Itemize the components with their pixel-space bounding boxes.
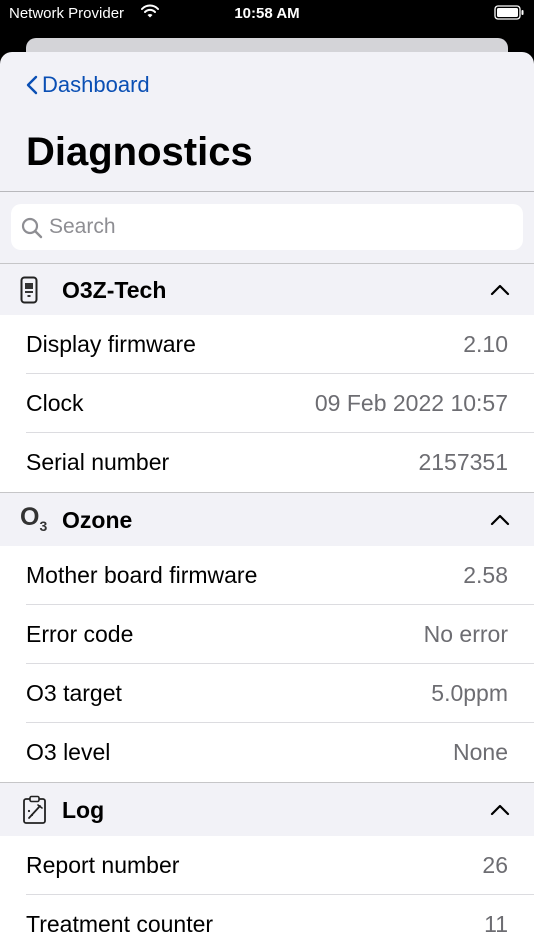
ozone-icon-subscript: 3	[39, 518, 48, 534]
list-item[interactable]: Treatment counter 11	[0, 895, 534, 952]
row-label: O3 level	[26, 739, 111, 765]
device-icon	[20, 276, 38, 309]
divider	[0, 191, 534, 192]
row-label: O3 target	[26, 680, 122, 706]
back-label: Dashboard	[42, 72, 150, 97]
search-icon	[21, 217, 43, 239]
row-value: 09 Feb 2022 10:57	[314, 390, 508, 416]
row-value: 11	[484, 911, 508, 937]
section-title: Ozone	[62, 507, 133, 533]
chevron-up-icon[interactable]	[490, 513, 510, 531]
row-label: Clock	[26, 390, 84, 416]
row-label: Treatment counter	[26, 911, 214, 937]
list-item[interactable]: Display firmware 2.10	[0, 315, 534, 374]
section-title: O3Z-Tech	[62, 277, 167, 303]
row-label: Mother board firmware	[26, 562, 258, 588]
clipboard-icon	[22, 795, 48, 830]
ozone-icon-letter: O	[20, 503, 40, 531]
row-label: Display firmware	[26, 331, 196, 357]
list-item[interactable]: O3 target 5.0ppm	[0, 664, 534, 723]
list-item[interactable]: Error code No error	[0, 605, 534, 664]
page-title: Diagnostics	[26, 130, 253, 174]
row-value: 2157351	[418, 449, 508, 475]
section-header-ozone[interactable]: O3 Ozone	[0, 492, 534, 547]
list-item[interactable]: Report number 26	[0, 836, 534, 895]
search-input[interactable]	[49, 204, 509, 250]
section-header-o3z-tech[interactable]: O3Z-Tech	[0, 263, 534, 316]
row-value: 2.10	[463, 331, 508, 357]
row-value: None	[453, 739, 508, 765]
diagnostics-sheet: Dashboard Diagnostics O3Z-Tech Display f…	[0, 52, 534, 952]
battery-icon	[494, 5, 524, 25]
row-value: 2.58	[463, 562, 508, 588]
status-time: 10:58 AM	[234, 5, 300, 22]
section-header-log[interactable]: Log	[0, 782, 534, 837]
list-item[interactable]: Serial number 2157351	[0, 433, 534, 492]
chevron-up-icon[interactable]	[490, 283, 510, 301]
row-label: Serial number	[26, 449, 170, 475]
list-item[interactable]: Clock 09 Feb 2022 10:57	[0, 374, 534, 433]
row-value: 5.0ppm	[431, 680, 508, 706]
status-bar: Network Provider 10:58 AM	[0, 0, 534, 30]
section-title: Log	[62, 797, 105, 823]
row-value: 26	[482, 852, 508, 878]
chevron-left-icon	[26, 75, 38, 95]
search-bar	[11, 204, 523, 250]
list-item[interactable]: O3 level None	[0, 723, 534, 782]
ozone-icon: O3	[20, 503, 47, 534]
row-label: Error code	[26, 621, 134, 647]
chevron-up-icon[interactable]	[490, 803, 510, 821]
list-item[interactable]: Mother board firmware 2.58	[0, 546, 534, 605]
row-value: No error	[423, 621, 508, 647]
back-button[interactable]: Dashboard	[26, 72, 150, 98]
row-label: Report number	[26, 852, 180, 878]
